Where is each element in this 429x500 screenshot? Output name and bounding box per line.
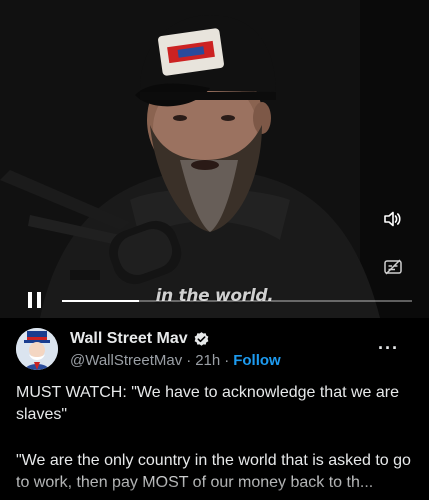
- pause-icon-bar: [37, 292, 41, 308]
- captions-button[interactable]: [382, 256, 404, 278]
- video-frame: [0, 0, 429, 318]
- volume-icon: [384, 211, 401, 227]
- captions-icon: [384, 259, 402, 275]
- volume-button[interactable]: [381, 208, 403, 230]
- video-progress-fill: [62, 300, 139, 302]
- pause-button[interactable]: [25, 290, 47, 310]
- post-time[interactable]: 21h: [195, 352, 220, 369]
- author-handle[interactable]: @WallStreetMav: [70, 352, 182, 369]
- pause-icon: [28, 292, 32, 308]
- video-player[interactable]: in the world.: [0, 0, 429, 318]
- verified-badge-icon: [194, 331, 209, 346]
- post-text-line-1: MUST WATCH: "We have to acknowledge that…: [16, 384, 400, 423]
- separator-dot: ·: [186, 352, 192, 369]
- avatar-image: [16, 328, 58, 370]
- video-caption: in the world.: [155, 286, 274, 306]
- more-options-button[interactable]: ···: [378, 338, 399, 359]
- author-name[interactable]: Wall Street Mav: [70, 330, 188, 348]
- avatar[interactable]: [16, 328, 58, 370]
- separator-dot: ·: [224, 352, 230, 369]
- video-progress-bar[interactable]: [62, 300, 412, 302]
- follow-button[interactable]: Follow: [233, 352, 281, 369]
- post-text-line-2: "We are the only country in the world th…: [16, 452, 411, 491]
